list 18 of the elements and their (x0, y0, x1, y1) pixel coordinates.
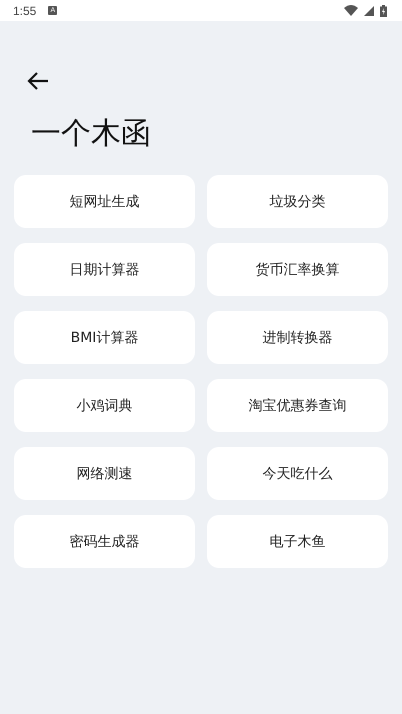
tool-card[interactable]: 进制转换器 (207, 311, 388, 364)
status-time: 1:55 (13, 4, 36, 18)
tool-card[interactable]: 短网址生成 (14, 175, 195, 228)
tool-card[interactable]: 货币汇率换算 (207, 243, 388, 296)
back-icon[interactable] (27, 72, 49, 90)
tool-card[interactable]: 今天吃什么 (207, 447, 388, 500)
battery-icon (380, 4, 387, 16)
tool-card[interactable]: 垃圾分类 (207, 175, 388, 228)
tool-card[interactable]: 日期计算器 (14, 243, 195, 296)
wifi-icon (344, 5, 358, 16)
signal-icon (364, 6, 374, 16)
tool-card[interactable]: 密码生成器 (14, 515, 195, 568)
page-title: 一个木函 (31, 115, 152, 153)
tool-card[interactable]: BMI计算器 (14, 311, 195, 364)
tool-card[interactable]: 网络测速 (14, 447, 195, 500)
tool-card[interactable]: 淘宝优惠券查询 (207, 379, 388, 432)
tool-card[interactable]: 小鸡词典 (14, 379, 195, 432)
tool-card[interactable]: 电子木鱼 (207, 515, 388, 568)
